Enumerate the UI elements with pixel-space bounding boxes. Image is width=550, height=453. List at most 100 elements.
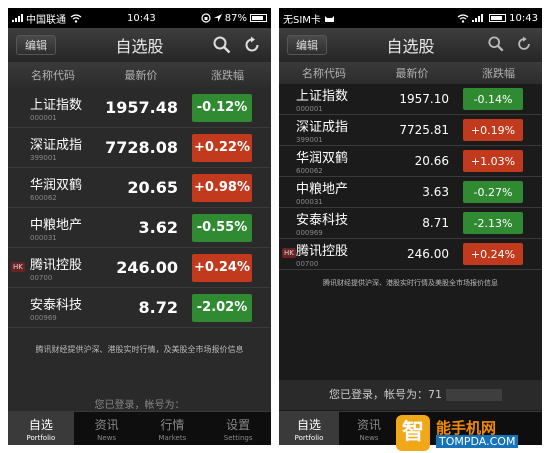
- stock-code: 000031: [30, 233, 57, 242]
- stock-price: 20.65: [127, 178, 178, 197]
- stock-row[interactable]: 安泰科技 000969 8.72 -2.02%: [8, 288, 271, 328]
- wifi-icon: [70, 13, 82, 23]
- masked-account: [446, 389, 502, 401]
- stock-name: 华润双鹤: [30, 177, 83, 193]
- change-badge[interactable]: -0.14%: [463, 88, 523, 110]
- stock-code: 399001: [296, 136, 323, 144]
- page-title: 自选股: [115, 37, 164, 56]
- stock-code: 00700: [296, 260, 319, 268]
- refresh-icon[interactable]: [243, 36, 261, 54]
- tab-sublabel: Portfolio: [294, 433, 324, 442]
- stock-code: 399001: [30, 153, 57, 162]
- location-icon: [213, 14, 222, 22]
- column-change[interactable]: 涨跌幅: [184, 67, 271, 83]
- edit-button[interactable]: 编辑: [287, 35, 327, 55]
- stock-row[interactable]: 上证指数 000001 1957.10 -0.14%: [279, 84, 542, 115]
- column-price[interactable]: 最新价: [98, 67, 184, 83]
- change-badge[interactable]: -2.13%: [463, 212, 523, 234]
- stock-row[interactable]: HK 腾讯控股 00700 246.00 +0.24%: [8, 248, 271, 288]
- stock-price: 20.66: [414, 154, 449, 168]
- hk-badge: HK: [282, 248, 296, 258]
- tab-label: 资讯: [356, 417, 381, 432]
- tab-bar: 自选 Portfolio 资讯 News 行情 Markets 设置 Settings: [8, 411, 271, 445]
- stock-name: 中粮地产: [296, 182, 349, 197]
- right-phone-screen: 无SIM卡 10:43 编辑 自选股 名称代码 最新价 涨跌幅 上证指数 0000…: [279, 8, 542, 445]
- battery-icon: [250, 14, 267, 22]
- login-status: 您已登录，帐号为：71: [279, 380, 542, 410]
- stock-row[interactable]: 华润双鹤 600062 20.65 +0.98%: [8, 168, 271, 208]
- stock-price: 246.00: [116, 258, 178, 277]
- tab-sublabel: Settings: [223, 433, 253, 442]
- change-badge[interactable]: +0.22%: [192, 133, 252, 162]
- change-badge[interactable]: +0.19%: [463, 119, 523, 141]
- signal-icon: [472, 14, 484, 22]
- status-bar: 无SIM卡 10:43: [279, 8, 542, 28]
- page-title: 自选股: [386, 37, 435, 56]
- status-bar: 中国联通 10:43 87%: [8, 8, 271, 28]
- stock-name: 安泰科技: [30, 297, 83, 313]
- tab-portfolio[interactable]: 自选 Portfolio: [279, 412, 339, 445]
- tab-sublabel: Portfolio: [26, 433, 56, 442]
- column-header: 名称代码 最新价 涨跌幅: [8, 62, 271, 88]
- tab-label: 行情: [160, 417, 185, 432]
- title-bar: 编辑 自选股: [279, 28, 542, 62]
- tab-portfolio[interactable]: 自选 Portfolio: [8, 412, 74, 445]
- search-icon[interactable]: [488, 36, 504, 52]
- tab-label: 自选: [28, 417, 53, 432]
- stock-name: 深证成指: [296, 120, 349, 135]
- stock-row[interactable]: 华润双鹤 600062 20.66 +1.03%: [279, 146, 542, 177]
- change-badge[interactable]: -2.02%: [192, 293, 252, 322]
- tab-markets[interactable]: 行情 Markets: [140, 412, 206, 445]
- change-badge[interactable]: +0.98%: [192, 173, 252, 202]
- change-badge[interactable]: +0.24%: [192, 253, 252, 282]
- change-badge[interactable]: +0.24%: [463, 243, 523, 265]
- column-name[interactable]: 名称代码: [8, 67, 98, 83]
- stock-name: 华润双鹤: [296, 151, 349, 166]
- column-name[interactable]: 名称代码: [279, 65, 369, 81]
- column-price[interactable]: 最新价: [369, 65, 455, 81]
- tab-sublabel: Markets: [158, 433, 187, 442]
- wifi-icon: [457, 13, 469, 23]
- stock-price: 1957.48: [105, 98, 178, 117]
- change-badge[interactable]: -0.27%: [463, 181, 523, 203]
- stock-code: 000001: [30, 113, 57, 122]
- change-badge[interactable]: -0.12%: [192, 93, 252, 122]
- stock-code: 600062: [296, 167, 323, 175]
- stock-code: 00700: [30, 273, 53, 282]
- stock-row[interactable]: 中粮地产 000031 3.63 -0.27%: [279, 177, 542, 208]
- stock-list: 上证指数 000001 1957.10 -0.14% 深证成指 399001 772…: [279, 84, 542, 270]
- stock-name: 上证指数: [30, 97, 83, 113]
- title-bar: 编辑 自选股: [8, 28, 271, 62]
- stock-name: 腾讯控股: [296, 244, 349, 259]
- battery-percent: 87%: [224, 12, 247, 24]
- battery-icon: [489, 14, 507, 22]
- search-icon[interactable]: [213, 36, 231, 54]
- tab-news[interactable]: 资讯 News: [74, 412, 140, 445]
- stock-price: 8.72: [138, 298, 178, 317]
- watermark-url: TOMPDA.COM: [436, 435, 519, 448]
- carrier-label: 中国联通: [26, 14, 66, 26]
- change-badge[interactable]: +1.03%: [463, 150, 523, 172]
- hk-badge: HK: [11, 261, 25, 272]
- stock-price: 1957.10: [399, 92, 449, 106]
- tab-sublabel: News: [359, 433, 379, 442]
- tab-settings[interactable]: 设置 Settings: [205, 412, 271, 445]
- signal-icon: [12, 14, 23, 22]
- stock-row[interactable]: 深证成指 399001 7725.81 +0.19%: [279, 115, 542, 146]
- stock-row[interactable]: 上证指数 000001 1957.48 -0.12%: [8, 88, 271, 128]
- edit-button[interactable]: 编辑: [16, 35, 56, 55]
- stock-price: 8.71: [422, 216, 449, 230]
- tab-news[interactable]: 资讯 News: [339, 412, 399, 445]
- stock-code: 000031: [296, 198, 323, 206]
- stock-price: 7728.08: [105, 138, 178, 157]
- stock-row[interactable]: 深证成指 399001 7728.08 +0.22%: [8, 128, 271, 168]
- stock-row[interactable]: 中粮地产 000031 3.62 -0.55%: [8, 208, 271, 248]
- change-badge[interactable]: -0.55%: [192, 213, 252, 242]
- stock-name: 上证指数: [296, 89, 349, 104]
- refresh-icon[interactable]: [516, 36, 532, 52]
- column-change[interactable]: 涨跌幅: [455, 65, 542, 81]
- stock-row[interactable]: 安泰科技 000969 8.71 -2.13%: [279, 208, 542, 239]
- status-time: 10:43: [126, 12, 156, 24]
- stock-code: 000969: [30, 313, 57, 322]
- stock-row[interactable]: HK 腾讯控股 00700 246.00 +0.24%: [279, 239, 542, 270]
